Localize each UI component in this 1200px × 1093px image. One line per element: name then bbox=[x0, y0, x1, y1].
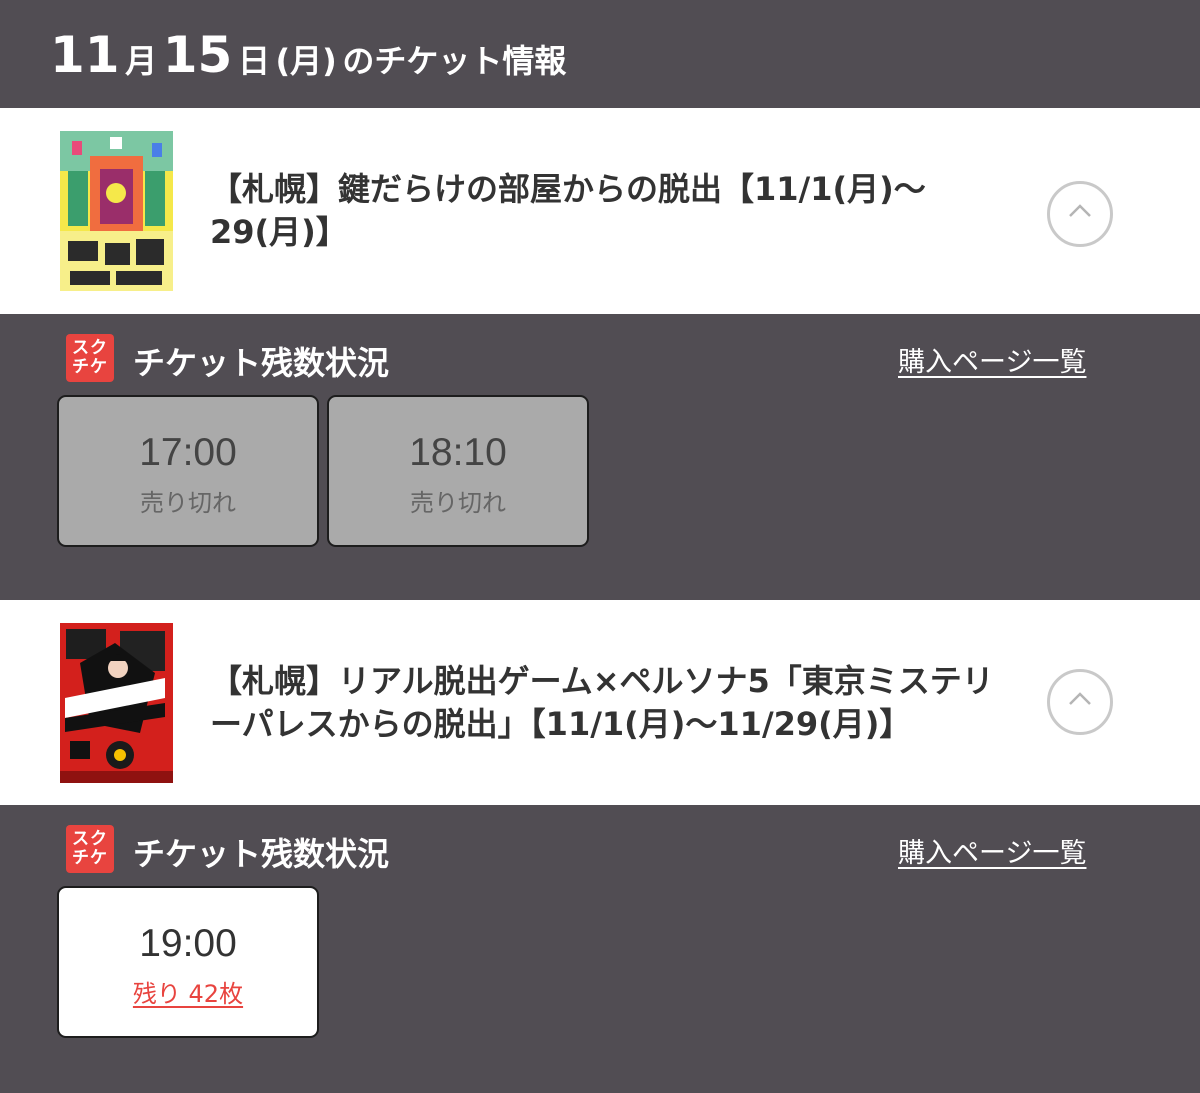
event-card-1: 【札幌】鍵だらけの部屋からの脱出【11/1(月)〜29(月)】 bbox=[0, 108, 1200, 314]
chevron-up-icon bbox=[1069, 692, 1091, 705]
ticket-status-section-2: スク チケ チケット残数状況 購入ページ一覧 19:00 残り 42枚 bbox=[0, 805, 1200, 1093]
escape-room-keys-poster-icon bbox=[60, 131, 173, 291]
remaining-tickets-link[interactable]: 残り 42枚 bbox=[59, 974, 317, 1009]
date-header: 11 月 15 日 (月) のチケット情報 bbox=[0, 0, 1200, 108]
slot-time: 19:00 bbox=[139, 922, 237, 965]
slot-state: 売り切れ bbox=[140, 489, 236, 517]
sukuchike-logo-icon: スク チケ bbox=[66, 334, 114, 382]
month-number: 11 bbox=[50, 26, 120, 84]
month-unit: 月 bbox=[125, 42, 158, 80]
status-heading: チケット残数状況 bbox=[133, 344, 390, 382]
event-title[interactable]: 【札幌】リアル脱出ゲーム×ペルソナ5「東京ミステリーパレスからの脱出」【11/1… bbox=[210, 660, 1010, 746]
purchase-page-link[interactable]: 購入ページ一覧 bbox=[898, 340, 1086, 379]
collapse-button[interactable] bbox=[1047, 181, 1113, 247]
day-number: 15 bbox=[162, 26, 233, 84]
slot-time: 17:00 bbox=[139, 431, 237, 474]
title-suffix: のチケット情報 bbox=[342, 42, 567, 80]
ticket-status-section-1: スク チケ チケット残数状況 購入ページ一覧 17:00 売り切れ 18:10 売… bbox=[0, 314, 1200, 600]
status-heading: チケット残数状況 bbox=[133, 835, 390, 873]
sukuchike-logo-icon: スク チケ bbox=[66, 825, 114, 873]
slot-state: 売り切れ bbox=[410, 489, 506, 517]
time-slot-1810[interactable]: 18:10 売り切れ bbox=[327, 395, 589, 547]
day-unit: 日 bbox=[237, 42, 270, 80]
event-card-2: 【札幌】リアル脱出ゲーム×ペルソナ5「東京ミステリーパレスからの脱出」【11/1… bbox=[0, 600, 1200, 805]
slot-time: 18:10 bbox=[409, 431, 507, 474]
chevron-up-icon bbox=[1069, 204, 1091, 217]
event-title[interactable]: 【札幌】鍵だらけの部屋からの脱出【11/1(月)〜29(月)】 bbox=[210, 168, 1010, 254]
time-slot-1900[interactable]: 19:00 残り 42枚 bbox=[57, 886, 319, 1038]
weekday: (月) bbox=[275, 42, 337, 80]
purchase-page-link[interactable]: 購入ページ一覧 bbox=[898, 831, 1086, 870]
page-title: 11 月 15 日 (月) のチケット情報 bbox=[50, 30, 566, 80]
time-slot-1700[interactable]: 17:00 売り切れ bbox=[57, 395, 319, 547]
collapse-button[interactable] bbox=[1047, 669, 1113, 735]
persona5-escape-poster-icon bbox=[60, 623, 173, 783]
